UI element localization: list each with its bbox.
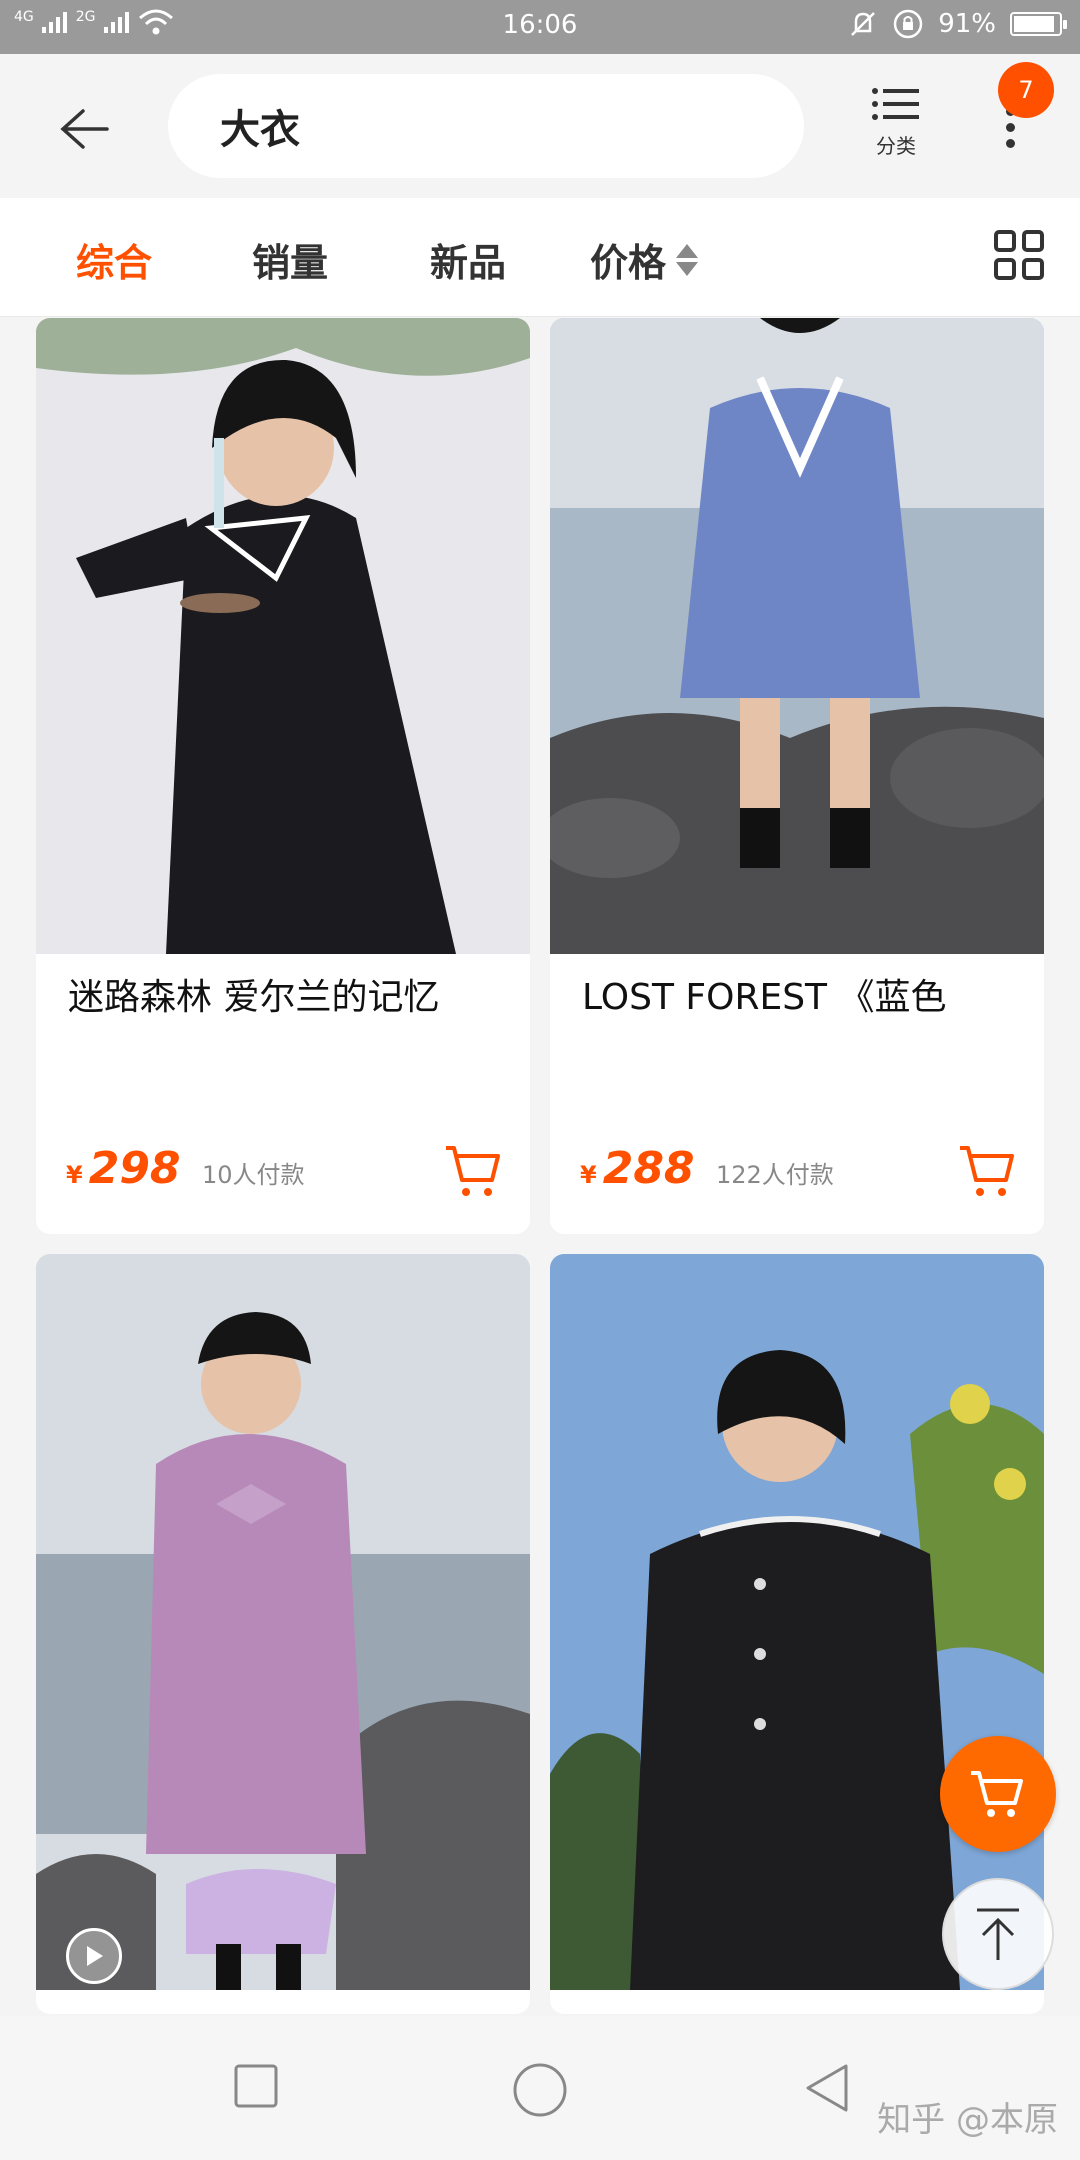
system-navigation-bar: 知乎 @本原 <box>0 2016 1080 2160</box>
sold-count: 10人付款 <box>202 1161 305 1189</box>
back-nav-button[interactable] <box>802 2062 852 2114</box>
product-price: ¥298 <box>66 1143 181 1194</box>
play-video-icon[interactable] <box>66 1928 122 1984</box>
product-title: LOST FOREST 《蓝色 <box>582 977 947 1018</box>
sort-arrows-icon <box>676 243 699 276</box>
tab-price-label: 价格 <box>590 241 667 285</box>
sort-tabs: 综合 销量 新品 价格 <box>0 198 1080 317</box>
recent-apps-button[interactable] <box>232 2062 280 2110</box>
tab-comprehensive[interactable]: 综合 <box>76 232 152 287</box>
product-title: 迷路森林 爱尔兰的记忆 <box>68 977 440 1018</box>
product-card[interactable] <box>36 1254 530 2014</box>
grid-view-toggle[interactable] <box>994 230 1044 280</box>
back-arrow-icon <box>60 109 109 149</box>
home-button[interactable] <box>512 2062 568 2118</box>
tab-price[interactable]: 价格 <box>590 232 699 287</box>
search-input[interactable]: 大衣 <box>168 74 804 178</box>
rotation-lock-icon <box>893 9 923 39</box>
floating-cart-button[interactable] <box>940 1736 1056 1852</box>
search-header: 大衣 分类 <box>0 54 1080 196</box>
product-image <box>550 1254 1044 1990</box>
product-image <box>36 1254 530 1990</box>
tab-new[interactable]: 新品 <box>430 232 506 287</box>
back-to-top-button[interactable] <box>942 1878 1054 1990</box>
battery-percent: 91% <box>938 9 996 39</box>
add-to-cart-icon[interactable] <box>958 1142 1016 1200</box>
status-bar: 4G 2G 16:06 91% <box>0 0 1080 54</box>
product-card[interactable]: LOST FOREST 《蓝色 ¥288 122人付款 <box>550 318 1044 1234</box>
cart-icon <box>971 1771 1023 1817</box>
list-icon <box>872 88 919 120</box>
add-to-cart-icon[interactable] <box>444 1142 502 1200</box>
product-image <box>550 318 1044 954</box>
category-button[interactable]: 分类 <box>858 86 934 182</box>
search-query-text: 大衣 <box>220 107 300 153</box>
product-card[interactable]: 迷路森林 爱尔兰的记忆 ¥298 10人付款 <box>36 318 530 1234</box>
watermark: 知乎 @本原 <box>877 2100 1058 2140</box>
tab-sales[interactable]: 销量 <box>252 232 328 287</box>
category-label: 分类 <box>876 134 916 158</box>
battery-icon <box>1010 12 1067 36</box>
message-badge[interactable]: 7 <box>998 62 1054 118</box>
product-image <box>36 318 530 954</box>
product-price: ¥288 <box>580 1143 695 1194</box>
mute-bell-icon <box>851 12 876 36</box>
sold-count: 122人付款 <box>716 1161 834 1189</box>
back-button[interactable] <box>44 94 124 164</box>
arrow-up-icon <box>977 1908 1019 1960</box>
